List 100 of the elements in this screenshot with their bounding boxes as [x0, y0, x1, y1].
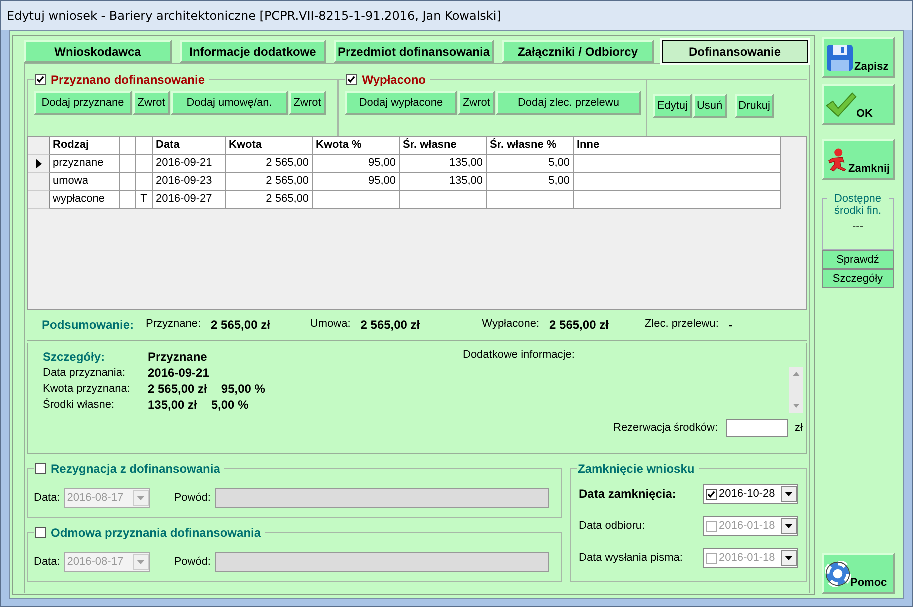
- reason-field[interactable]: [215, 552, 549, 572]
- detail-value: 5,00 %: [211, 398, 249, 412]
- action-button[interactable]: Drukuj: [734, 94, 774, 118]
- scroll-down-icon[interactable]: [792, 404, 800, 408]
- column-header: Data: [153, 137, 226, 155]
- action-button[interactable]: Zwrot: [133, 91, 170, 115]
- column-header: Inne: [574, 137, 781, 155]
- table-cell: 2016-09-21: [153, 155, 226, 173]
- table-cell: 135,00: [400, 155, 487, 173]
- ok-button[interactable]: OK: [822, 84, 894, 125]
- group-title: Rezygnacja z dofinansowania: [51, 462, 220, 476]
- tab[interactable]: Dofinansowanie: [662, 40, 808, 63]
- close-button[interactable]: Zamknij: [822, 139, 894, 180]
- table-cell: [120, 155, 136, 173]
- detail-label: Kwota przyznana:: [43, 383, 132, 395]
- column-header: Śr. własne: [400, 137, 487, 155]
- current-row-icon: [36, 158, 42, 168]
- field-label: Data zamknięcia:: [579, 487, 676, 501]
- table-cell: [120, 173, 136, 191]
- checkbox[interactable]: [706, 552, 717, 564]
- field-label: Data:: [34, 492, 60, 504]
- column-header: Kwota %: [313, 137, 400, 155]
- checkbox[interactable]: [35, 74, 46, 85]
- caret-icon[interactable]: [781, 486, 797, 502]
- funds-button[interactable]: Sprawdź: [822, 250, 894, 269]
- summary-item-label: Zlec. przelewu:: [644, 318, 719, 332]
- detail-label: Środki własne:: [43, 399, 116, 411]
- help-button[interactable]: Pomoc: [822, 553, 894, 594]
- action-button[interactable]: Zwrot: [289, 91, 326, 115]
- table-cell: 2 565,00: [226, 191, 313, 209]
- tab[interactable]: Informacje dodatkowe: [180, 40, 326, 63]
- table-cell: [136, 155, 153, 173]
- action-button[interactable]: Dodaj przyznane: [34, 91, 132, 115]
- detail-value: 135,00 zł: [148, 398, 198, 412]
- group-title: Wypłacono: [362, 72, 426, 86]
- field-label: Rezerwacja środków:: [614, 422, 718, 434]
- column-header: Śr. własne %: [487, 137, 574, 155]
- tab[interactable]: Wnioskodawca: [24, 40, 172, 63]
- detail-value: 95,00 %: [221, 382, 266, 396]
- summary-label: Podsumowanie:: [42, 318, 136, 332]
- summary-item-label: Umowa:: [310, 318, 351, 332]
- checkbox[interactable]: [706, 488, 717, 500]
- action-button[interactable]: Usuń: [692, 94, 727, 118]
- field-label: Data:: [34, 556, 60, 568]
- funds-button[interactable]: Szczegóły: [822, 269, 894, 288]
- row-selector[interactable]: [28, 155, 50, 173]
- table-cell: [120, 191, 136, 209]
- field-label: Data wysłania pisma:: [579, 552, 683, 564]
- table-cell: [136, 173, 153, 191]
- action-button[interactable]: Edytuj: [653, 94, 692, 118]
- checkmark-icon: [824, 90, 856, 118]
- table-cell: 2 565,00: [226, 173, 313, 191]
- action-button[interactable]: Zwrot: [458, 91, 496, 115]
- table-cell: 5,00: [487, 155, 574, 173]
- caret-icon[interactable]: [781, 518, 797, 534]
- summary-item-label: Wypłacone:: [482, 318, 540, 332]
- table-cell: 2016-09-23: [153, 173, 226, 191]
- reservation-field[interactable]: [726, 419, 788, 437]
- table-cell: 95,00: [313, 173, 400, 191]
- summary-item-label: Przyznane:: [146, 318, 202, 332]
- date-picker[interactable]: 2016-10-28: [703, 484, 798, 504]
- detail-label: Data przyznania:: [43, 367, 127, 379]
- field-label: Data odbioru:: [579, 520, 646, 532]
- tab[interactable]: Załączniki / Odbiorcy: [502, 40, 654, 63]
- field-label: Powód:: [174, 556, 211, 568]
- detail-value: 2016-09-21: [148, 366, 210, 380]
- tab[interactable]: Przedmiot dofinansowania: [334, 40, 494, 63]
- summary-value: 2 565,00 zł: [550, 318, 609, 332]
- unit-label: zł: [795, 422, 803, 434]
- checkbox[interactable]: [346, 74, 358, 85]
- table-cell: 95,00: [313, 155, 400, 173]
- field-label: Powód:: [174, 492, 211, 504]
- summary-value: -: [728, 318, 733, 332]
- action-button[interactable]: Dodaj umowę/an.: [171, 91, 288, 115]
- action-button[interactable]: Dodaj zlec. przelewu: [496, 91, 642, 115]
- details-title: Przyznane: [148, 350, 208, 364]
- column-header: Rodzaj: [50, 137, 120, 155]
- window-title: Edytuj wniosek - Bariery architektoniczne [PCPR.VII-8215-1-91.2016, Jan Kowalski]: [7, 8, 502, 22]
- reason-field[interactable]: [215, 488, 549, 508]
- scroll-up-icon[interactable]: [792, 372, 800, 376]
- checkbox[interactable]: [35, 527, 46, 538]
- table-cell: wypłacone: [50, 191, 120, 209]
- group-title: Zamknięcie wniosku: [578, 462, 695, 476]
- table-cell: 135,00: [400, 173, 487, 191]
- action-button[interactable]: Dodaj wypłacone: [345, 91, 458, 115]
- table-cell: umowa: [50, 173, 120, 191]
- table-cell: 5,00: [487, 173, 574, 191]
- save-button[interactable]: Zapisz: [822, 37, 894, 78]
- checkbox[interactable]: [706, 520, 717, 532]
- group-title: Przyznano dofinansowanie: [51, 72, 206, 86]
- summary-value: 2 565,00 zł: [211, 318, 270, 332]
- checkbox[interactable]: [35, 463, 46, 474]
- caret-icon[interactable]: [781, 550, 797, 566]
- column-header: Kwota: [226, 137, 313, 155]
- scrollbar[interactable]: [789, 367, 803, 413]
- lifebuoy-icon: [824, 560, 850, 586]
- details-label: Szczegóły:: [43, 350, 106, 364]
- group-title: Odmowa przyznania dofinansowania: [51, 526, 262, 540]
- table-cell: T: [136, 191, 153, 209]
- table-cell: 2 565,00: [226, 155, 313, 173]
